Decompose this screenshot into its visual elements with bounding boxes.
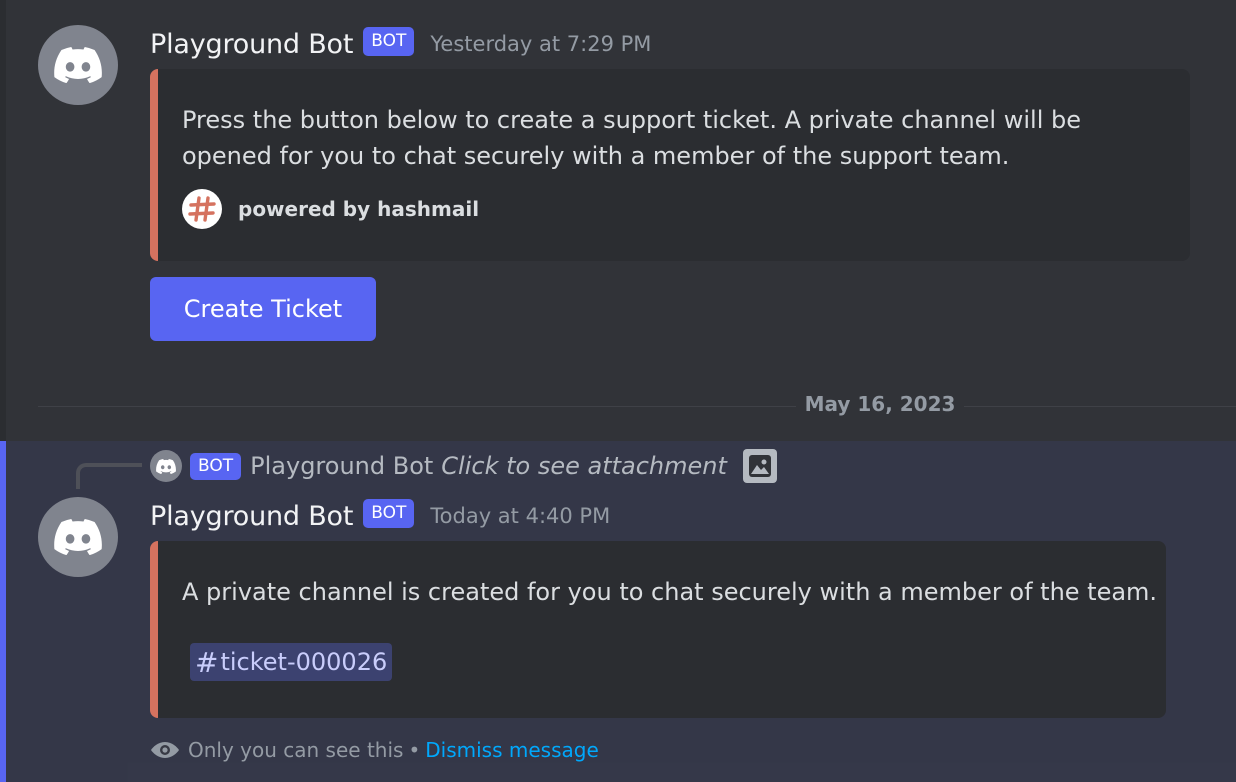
eye-icon bbox=[151, 742, 179, 758]
embed-description-line: Press the button below to create a suppo… bbox=[182, 106, 1081, 134]
embed-description: Press the button below to create a suppo… bbox=[182, 102, 1081, 174]
left-strip bbox=[0, 0, 6, 441]
discord-logo-icon bbox=[54, 519, 102, 555]
dismiss-message-link[interactable]: Dismiss message bbox=[425, 738, 599, 762]
date-divider-line bbox=[38, 406, 796, 407]
author-name[interactable]: Playground Bot bbox=[150, 501, 353, 532]
channel-mention-label: ticket-000026 bbox=[220, 648, 388, 676]
discord-logo-icon bbox=[156, 458, 176, 474]
bot-avatar[interactable] bbox=[38, 25, 118, 105]
embed-footer-text: powered by hashmail bbox=[238, 197, 480, 221]
embed: A private channel is created for you to … bbox=[150, 541, 1166, 718]
reply-preview[interactable]: BOT Playground Bot Click to see attachme… bbox=[150, 448, 777, 484]
date-divider-label: May 16, 2023 bbox=[798, 392, 962, 416]
embed-description: A private channel is created for you to … bbox=[182, 578, 1158, 606]
create-ticket-button[interactable]: Create Ticket bbox=[150, 277, 376, 341]
bot-avatar[interactable] bbox=[38, 497, 118, 577]
reply-spine bbox=[76, 463, 142, 489]
embed: Press the button below to create a suppo… bbox=[150, 69, 1190, 261]
hashmail-logo-icon bbox=[182, 189, 222, 229]
chat-view: Playground Bot BOT Yesterday at 7:29 PM … bbox=[0, 0, 1236, 782]
date-divider-line bbox=[964, 406, 1236, 407]
channel-mention[interactable]: # ticket-000026 bbox=[190, 643, 393, 681]
author-name[interactable]: Playground Bot bbox=[150, 29, 353, 60]
timestamp[interactable]: Yesterday at 7:29 PM bbox=[430, 32, 651, 56]
notice-separator: • bbox=[408, 738, 421, 762]
image-icon[interactable] bbox=[742, 449, 777, 483]
reply-author[interactable]: Playground Bot bbox=[250, 452, 433, 480]
notice-text: Only you can see this bbox=[188, 738, 404, 762]
reply-bot-tag: BOT bbox=[190, 452, 242, 480]
ephemeral-notice: Only you can see this • Dismiss message bbox=[150, 733, 599, 767]
hashtag-icon: # bbox=[195, 645, 219, 679]
reply-text[interactable]: Click to see attachment bbox=[441, 452, 727, 480]
message-header: Playground Bot BOT Today at 4:40 PM bbox=[150, 496, 610, 536]
bot-tag: BOT bbox=[363, 498, 415, 528]
bot-tag: BOT bbox=[363, 26, 415, 56]
embed-footer: powered by hashmail bbox=[182, 189, 479, 229]
timestamp[interactable]: Today at 4:40 PM bbox=[430, 504, 610, 528]
message-header: Playground Bot BOT Yesterday at 7:29 PM bbox=[150, 24, 651, 64]
ephemeral-indicator-bar bbox=[0, 441, 6, 782]
reply-avatar bbox=[150, 450, 182, 482]
embed-description-line: opened for you to chat securely with a m… bbox=[182, 142, 1010, 170]
discord-logo-icon bbox=[54, 47, 102, 83]
